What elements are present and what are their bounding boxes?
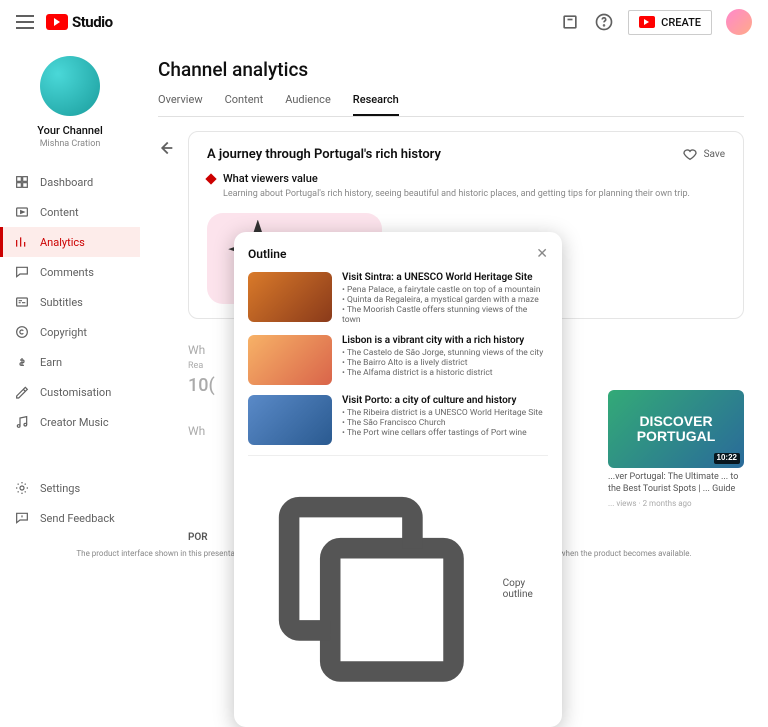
top-bar: Studio CREATE	[0, 0, 768, 44]
copy-outline-button[interactable]: Copy outline	[248, 455, 548, 713]
research-title: A journey through Portugal's rich histor…	[207, 147, 441, 162]
feedback-icon	[14, 510, 30, 526]
sidebar-item-settings[interactable]: Settings	[0, 473, 140, 503]
tab-overview[interactable]: Overview	[158, 93, 203, 116]
create-icon	[639, 16, 655, 28]
page-title: Channel analytics	[158, 58, 744, 81]
youtube-studio-logo[interactable]: Studio	[46, 13, 113, 31]
section-title: Lisbon is a vibrant city with a rich his…	[342, 335, 548, 346]
youtube-icon	[46, 14, 68, 30]
section-thumbnail	[248, 395, 332, 445]
heart-icon	[682, 146, 698, 162]
sidebar: Your Channel Mishna Cration Dashboard Co…	[0, 44, 140, 544]
customisation-icon	[14, 384, 30, 400]
subtitles-icon	[14, 294, 30, 310]
sidebar-item-comments[interactable]: Comments	[0, 257, 140, 287]
content-icon	[14, 204, 30, 220]
outline-section: Visit Sintra: a UNESCO World Heritage Si…	[248, 272, 548, 325]
channel-avatar	[40, 56, 100, 116]
create-button[interactable]: CREATE	[628, 10, 712, 35]
copy-icon	[248, 466, 495, 713]
gear-icon	[14, 480, 30, 496]
search-icon[interactable]	[560, 12, 580, 32]
outline-popup: Outline ✕ Visit Sintra: a UNESCO World H…	[234, 232, 562, 727]
help-icon[interactable]	[594, 12, 614, 32]
tab-content[interactable]: Content	[225, 93, 264, 116]
diamond-icon	[205, 173, 216, 184]
studio-text: Studio	[72, 13, 113, 31]
earn-icon	[14, 354, 30, 370]
sidebar-item-creator-music[interactable]: Creator Music	[0, 407, 140, 437]
create-label: CREATE	[661, 16, 701, 29]
channel-title: Your Channel	[37, 124, 103, 137]
section-title: Visit Porto: a city of culture and histo…	[342, 395, 548, 406]
sidebar-item-content[interactable]: Content	[0, 197, 140, 227]
video-duration: 10:22	[714, 453, 740, 464]
section-thumbnail	[248, 335, 332, 385]
back-arrow-icon[interactable]	[154, 137, 176, 159]
sidebar-item-subtitles[interactable]: Subtitles	[0, 287, 140, 317]
section-bullets: The Ribeira district is a UNESCO World H…	[342, 408, 548, 438]
outline-title: Outline	[248, 247, 286, 261]
tabs: Overview Content Audience Research	[158, 93, 744, 117]
comments-icon	[14, 264, 30, 280]
tab-audience[interactable]: Audience	[285, 93, 331, 116]
section-thumbnail	[248, 272, 332, 322]
dashboard-icon	[14, 174, 30, 190]
sidebar-item-customisation[interactable]: Customisation	[0, 377, 140, 407]
video-title: ...ver Portugal: The Ultimate ... to the…	[608, 472, 744, 495]
video-card[interactable]: DISCOVER PORTUGAL 10:22 ...ver Portugal:…	[608, 390, 744, 510]
section-bullets: Pena Palace, a fairytale castle on top o…	[342, 285, 548, 325]
value-heading: What viewers value	[223, 172, 690, 185]
video-thumbnail: DISCOVER PORTUGAL 10:22	[608, 390, 744, 468]
user-avatar[interactable]	[726, 9, 752, 35]
outline-section: Visit Porto: a city of culture and histo…	[248, 395, 548, 445]
section-title: Visit Sintra: a UNESCO World Heritage Si…	[342, 272, 548, 283]
analytics-icon	[14, 234, 30, 250]
save-button[interactable]: Save	[682, 146, 725, 162]
tab-research[interactable]: Research	[353, 93, 399, 116]
outline-section: Lisbon is a vibrant city with a rich his…	[248, 335, 548, 385]
sidebar-item-analytics[interactable]: Analytics	[0, 227, 140, 257]
music-icon	[14, 414, 30, 430]
sidebar-item-copyright[interactable]: Copyright	[0, 317, 140, 347]
value-text: Learning about Portugal's rich history, …	[223, 188, 690, 201]
channel-block[interactable]: Your Channel Mishna Cration	[0, 52, 140, 163]
video-meta: ... views · 2 months ago	[608, 499, 744, 509]
sidebar-item-feedback[interactable]: Send Feedback	[0, 503, 140, 533]
close-icon[interactable]: ✕	[536, 246, 548, 262]
channel-subtitle: Mishna Cration	[40, 139, 101, 149]
copyright-icon	[14, 324, 30, 340]
sidebar-item-dashboard[interactable]: Dashboard	[0, 167, 140, 197]
sidebar-item-earn[interactable]: Earn	[0, 347, 140, 377]
nav: Dashboard Content Analytics Comments Sub…	[0, 167, 140, 437]
section-bullets: The Castelo de São Jorge, stunning views…	[342, 348, 548, 378]
menu-icon[interactable]	[16, 15, 34, 29]
